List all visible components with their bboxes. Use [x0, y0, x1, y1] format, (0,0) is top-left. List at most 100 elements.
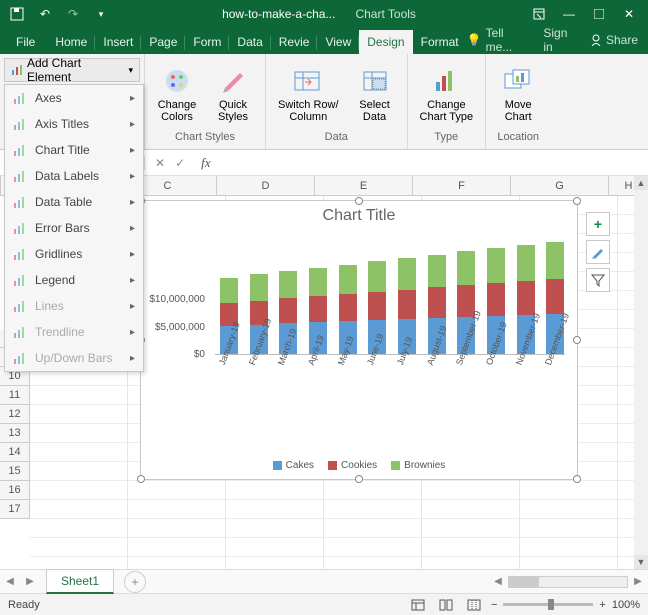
bar-segment-cookies[interactable]	[368, 292, 386, 320]
tab-form[interactable]: Form	[185, 30, 229, 54]
close-button[interactable]: ✕	[614, 3, 644, 25]
chart-legend[interactable]: Cakes Cookies Brownies	[141, 460, 577, 471]
hscroll-left[interactable]: ◀	[488, 576, 508, 587]
bar-segment-cookies[interactable]	[428, 287, 446, 318]
tab-home[interactable]: Home	[47, 30, 95, 54]
row-header[interactable]: 12	[0, 405, 30, 424]
chart-filters-button[interactable]	[586, 268, 610, 292]
tab-data[interactable]: Data	[229, 30, 270, 54]
bar-segment-brownies[interactable]	[368, 261, 386, 292]
chart-elements-button[interactable]: +	[586, 212, 610, 236]
column-header[interactable]: G	[511, 176, 609, 195]
scroll-down-icon[interactable]: ▼	[634, 555, 648, 569]
hscroll-right[interactable]: ▶	[628, 576, 648, 587]
bar-segment-brownies[interactable]	[457, 251, 475, 285]
tab-page[interactable]: Page	[141, 30, 185, 54]
add-sheet-button[interactable]: +	[124, 571, 146, 593]
bar-segment-brownies[interactable]	[309, 268, 327, 296]
tab-view[interactable]: View	[317, 30, 359, 54]
undo-button[interactable]: ↶	[32, 2, 58, 26]
cancel-icon[interactable]: ✕	[155, 156, 165, 170]
bar-segment-brownies[interactable]	[339, 265, 357, 294]
tab-file[interactable]: File	[4, 30, 47, 54]
zoom-slider[interactable]	[503, 603, 593, 606]
chart-object[interactable]: Chart Title $0$5,000,000$10,000,000 Janu…	[140, 200, 578, 480]
bar-segment-cookies[interactable]	[487, 283, 505, 316]
menu-item-legend[interactable]: Legend ▸	[5, 267, 143, 293]
tab-insert[interactable]: Insert	[95, 30, 141, 54]
bar-segment-cookies[interactable]	[398, 290, 416, 319]
quick-styles-button[interactable]: Quick Styles	[207, 61, 259, 127]
resize-handle[interactable]	[573, 197, 581, 205]
row-header[interactable]: 14	[0, 443, 30, 462]
row-header[interactable]: 15	[0, 462, 30, 481]
bar-segment-brownies[interactable]	[220, 278, 238, 303]
resize-handle[interactable]	[355, 475, 363, 483]
menu-item-data-table[interactable]: Data Table ▸	[5, 189, 143, 215]
bar-segment-brownies[interactable]	[546, 242, 564, 279]
horizontal-scrollbar[interactable]	[508, 576, 628, 588]
chart-styles-button[interactable]	[586, 240, 610, 264]
view-page-layout-button[interactable]	[435, 596, 457, 614]
vertical-scrollbar[interactable]: ▲ ▼	[634, 176, 648, 569]
bar-segment-brownies[interactable]	[398, 258, 416, 290]
select-data-button[interactable]: Select Data	[349, 61, 401, 127]
change-colors-button[interactable]: Change Colors	[151, 61, 203, 127]
change-chart-type-button[interactable]: Change Chart Type	[414, 61, 480, 127]
switch-row-column-button[interactable]: Switch Row/ Column	[272, 61, 345, 127]
resize-handle[interactable]	[355, 197, 363, 205]
zoom-out-button[interactable]: −	[491, 599, 497, 611]
view-normal-button[interactable]	[407, 596, 429, 614]
redo-button[interactable]: ↷	[60, 2, 86, 26]
minimize-button[interactable]: —	[554, 3, 584, 25]
resize-handle[interactable]	[573, 336, 581, 344]
bar-segment-cookies[interactable]	[309, 296, 327, 322]
bar-segment-brownies[interactable]	[250, 274, 268, 300]
ribbon-display-button[interactable]	[524, 3, 554, 25]
tab-review[interactable]: Revie	[271, 30, 318, 54]
qat-customize-button[interactable]: ▾	[88, 2, 114, 26]
maximize-button[interactable]	[584, 3, 614, 25]
resize-handle[interactable]	[137, 475, 145, 483]
share-button[interactable]: Share	[590, 33, 638, 47]
bar-segment-brownies[interactable]	[487, 248, 505, 283]
formula-input[interactable]	[211, 150, 648, 175]
zoom-in-button[interactable]: +	[599, 599, 605, 611]
bar-segment-cookies[interactable]	[517, 281, 535, 315]
menu-item-gridlines[interactable]: Gridlines ▸	[5, 241, 143, 267]
bar-segment-brownies[interactable]	[428, 255, 446, 288]
bar-segment-cookies[interactable]	[546, 279, 564, 314]
row-header[interactable]: 13	[0, 424, 30, 443]
menu-item-chart-title[interactable]: Chart Title ▸	[5, 137, 143, 163]
scroll-up-icon[interactable]: ▲	[634, 176, 648, 190]
sheet-nav-next[interactable]: ▶	[20, 576, 40, 587]
add-chart-element-button[interactable]: Add Chart Element ▾	[4, 58, 140, 82]
bar-segment-cookies[interactable]	[339, 294, 357, 321]
column-header[interactable]: E	[315, 176, 413, 195]
column-header[interactable]: F	[413, 176, 511, 195]
legend-item[interactable]: Cakes	[273, 460, 314, 471]
menu-item-data-labels[interactable]: Data Labels ▸	[5, 163, 143, 189]
tab-design[interactable]: Design	[359, 30, 412, 54]
sheet-nav-prev[interactable]: ◀	[0, 576, 20, 587]
fx-label[interactable]: fx	[201, 155, 210, 171]
sheet-tab-active[interactable]: Sheet1	[46, 569, 114, 594]
chart-plot-area[interactable]: $0$5,000,000$10,000,000 January-19Februa…	[145, 235, 569, 395]
tab-format[interactable]: Format	[413, 30, 467, 54]
move-chart-button[interactable]: Move Chart	[492, 61, 544, 127]
row-header[interactable]: 17	[0, 500, 30, 519]
row-header[interactable]: 16	[0, 481, 30, 500]
menu-item-error-bars[interactable]: Error Bars ▸	[5, 215, 143, 241]
resize-handle[interactable]	[573, 475, 581, 483]
sign-in-button[interactable]: Sign in	[543, 26, 580, 54]
enter-icon[interactable]: ✓	[175, 156, 185, 170]
bar-segment-brownies[interactable]	[279, 271, 297, 298]
menu-item-axes[interactable]: Axes ▸	[5, 85, 143, 111]
bar-segment-brownies[interactable]	[517, 245, 535, 281]
zoom-level[interactable]: 100%	[612, 599, 640, 611]
row-header[interactable]: 11	[0, 386, 30, 405]
tell-me-button[interactable]: 💡 Tell me...	[467, 26, 534, 54]
menu-item-axis-titles[interactable]: Axis Titles ▸	[5, 111, 143, 137]
legend-item[interactable]: Brownies	[391, 460, 445, 471]
legend-item[interactable]: Cookies	[328, 460, 377, 471]
